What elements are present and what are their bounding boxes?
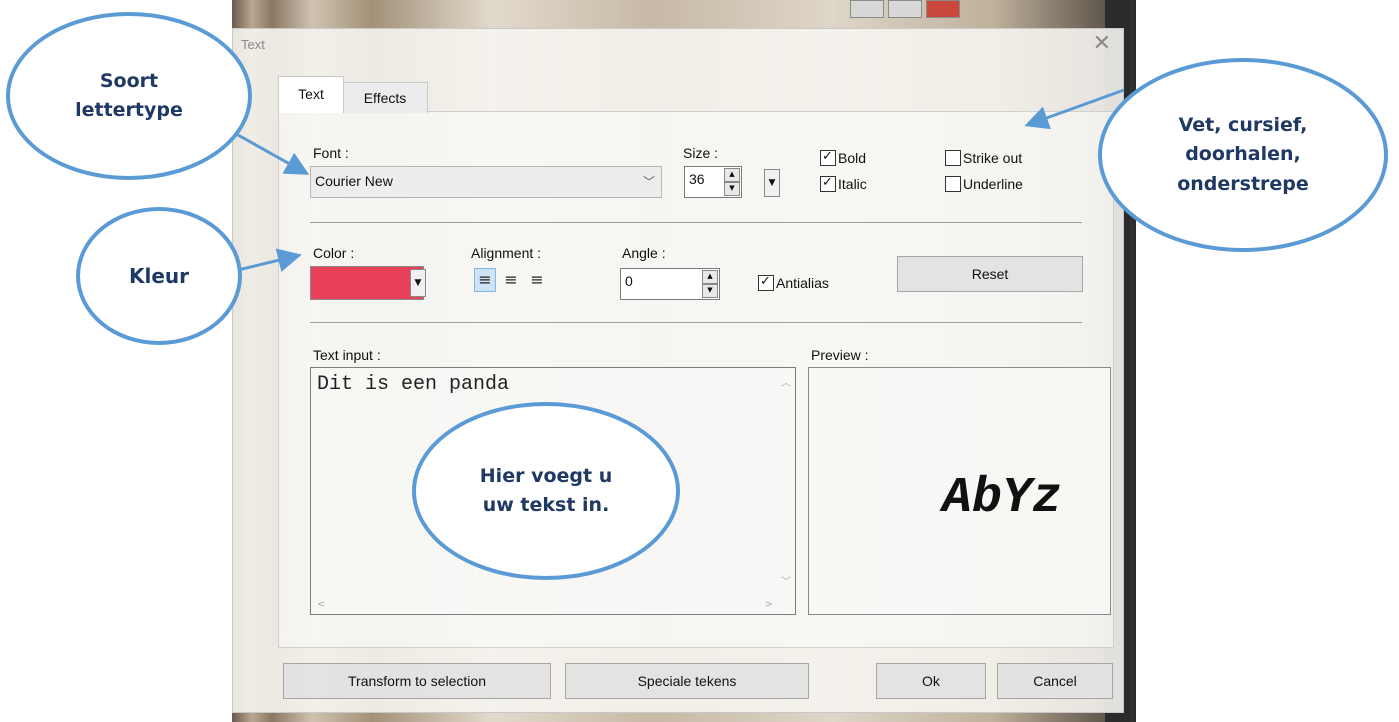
angle-label: Angle : [622,245,666,261]
annotation-line: onderstrepe [1177,172,1309,195]
dialog-title: Text [241,37,265,52]
underline-checkbox[interactable]: Underline [945,176,1023,192]
annotation-text-hint: Hier voegt u uw tekst in. [412,402,680,580]
align-left-icon[interactable]: ≡ [474,268,496,292]
size-spin-buttons[interactable]: ▲ ▼ [724,168,740,196]
strike-out-checkbox[interactable]: Strike out [945,150,1022,166]
transform-to-selection-button[interactable]: Transform to selection [283,663,551,699]
underline-box [945,176,961,192]
arrow-up-icon[interactable]: ▲ [702,270,718,284]
align-right-icon[interactable]: ≡ [526,268,548,292]
color-dropdown-button[interactable]: ▼ [410,269,426,297]
text-input-label: Text input : [313,347,381,363]
scroll-down-icon[interactable]: ﹀ [781,573,791,588]
italic-label: Italic [838,176,867,192]
close-icon[interactable]: ✕ [1093,31,1111,56]
annotation-line: Vet, cursief, [1178,113,1308,136]
annotation-font-type: Soort lettertype [6,12,252,180]
italic-check-icon [820,174,836,192]
align-center-icon[interactable]: ≡ [500,268,522,292]
ok-button[interactable]: Ok [876,663,986,699]
annotation-line: Hier voegt u [479,464,613,487]
antialias-check-icon [758,273,774,291]
parent-window-controls [850,0,960,18]
scroll-right-icon[interactable]: > [765,599,773,610]
size-dropdown-button[interactable]: ▼ [764,169,780,197]
divider [310,222,1082,223]
arrow-down-icon[interactable]: ▼ [724,182,740,196]
annotation-color: Kleur [76,207,242,345]
antialias-label: Antialias [776,275,829,291]
font-label: Font : [313,145,349,161]
italic-checkbox[interactable]: Italic [820,174,867,192]
annotation-styles: Vet, cursief, doorhalen, onderstrepe [1098,58,1388,252]
annotation-line: doorhalen, [1185,143,1301,166]
scroll-up-icon[interactable]: ︿ [781,374,791,389]
font-value: Courier New [315,173,393,189]
annotation-line: lettertype [75,99,183,121]
color-label: Color : [313,245,355,261]
bold-label: Bold [838,150,867,166]
angle-value: 0 [625,273,633,289]
antialias-checkbox[interactable]: Antialias [758,273,829,291]
bold-checkbox[interactable]: Bold [820,148,867,166]
tab-effects[interactable]: Effects [342,82,428,113]
font-select[interactable]: Courier New ﹀ [310,166,662,198]
arrow-up-icon[interactable]: ▲ [724,168,740,182]
preview-label: Preview : [811,347,869,363]
cancel-button[interactable]: Cancel [997,663,1113,699]
angle-spin-buttons[interactable]: ▲ ▼ [702,270,718,298]
arrow-down-icon[interactable]: ▼ [702,284,718,298]
scroll-left-icon[interactable]: < [317,599,325,610]
angle-stepper[interactable]: 0 ▲ ▼ [620,268,720,300]
annotation-line: Soort [99,69,159,92]
color-swatch[interactable] [310,266,424,300]
alignment-label: Alignment : [471,245,542,261]
strike-out-box [945,150,961,166]
close-window-icon[interactable] [926,0,960,18]
strike-out-label: Strike out [963,150,1023,166]
special-characters-button[interactable]: Speciale tekens [565,663,809,699]
preview-sample: AbYz [941,470,1062,527]
tab-text[interactable]: Text [278,76,344,113]
annotation-line: uw tekst in. [482,494,610,516]
minimize-icon[interactable] [850,0,884,18]
size-label: Size : [683,145,719,161]
preview-box: AbYz [808,367,1111,615]
maximize-icon[interactable] [888,0,922,18]
reset-button[interactable]: Reset [897,256,1083,292]
chevron-down-icon: ﹀ [642,175,655,189]
size-stepper[interactable]: 36 ▲ ▼ [684,166,742,198]
text-input-value: Dit is een panda [317,373,510,396]
divider [310,322,1082,323]
underline-label: Underline [963,176,1023,192]
annotation-line: Kleur [128,263,190,288]
bold-check-icon [820,148,836,166]
size-value: 36 [689,171,705,187]
